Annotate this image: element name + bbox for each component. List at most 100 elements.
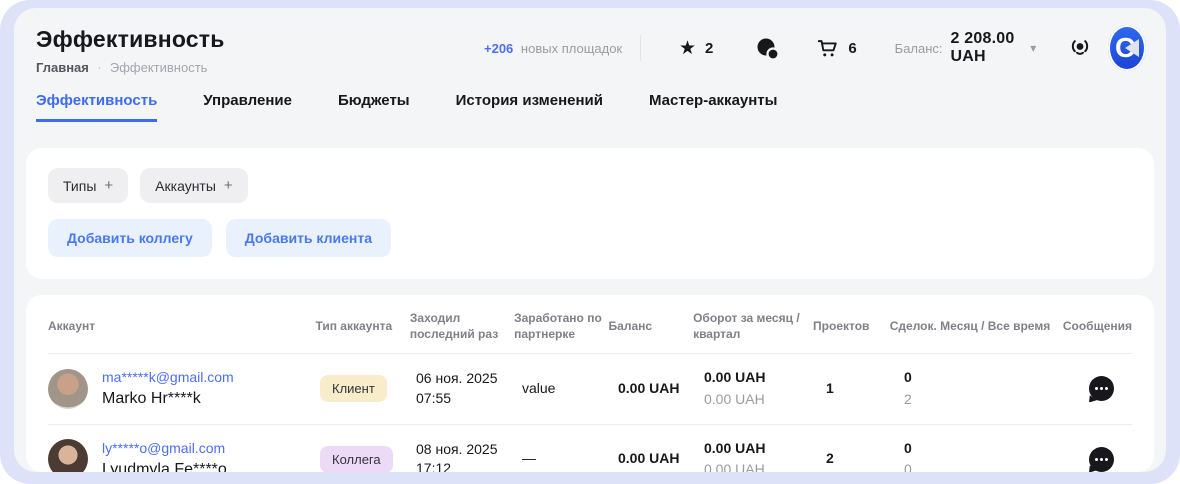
account-email-link[interactable]: ly*****o@gmail.com — [102, 440, 227, 456]
account-name: Lyudmyla Fe****o — [102, 461, 227, 472]
partner-earned-cell: — — [522, 449, 618, 469]
account-identity: ly*****o@gmail.com Lyudmyla Fe****o — [102, 440, 227, 472]
column-header-deals: Сделок. Месяц / Все время — [890, 318, 1063, 334]
assistant-button[interactable] — [1068, 36, 1092, 60]
logo-arrow-icon — [1125, 39, 1139, 57]
last-visit-time: 17:12 — [416, 459, 522, 472]
breadcrumb-current: Эффективность — [110, 60, 208, 75]
topbar-divider — [640, 35, 641, 61]
table-row: ma*****k@gmail.com Marko Hr****k Клиент … — [48, 354, 1132, 424]
cart-count: 6 — [848, 40, 856, 57]
deals-month: 0 — [904, 439, 1080, 459]
tab-budgets[interactable]: Бюджеты — [338, 92, 410, 122]
balance-value: 0.00 UAH — [618, 449, 704, 469]
table-header-row: Аккаунт Тип аккаунта Заходил последний р… — [48, 295, 1132, 354]
assistant-icon — [1068, 36, 1092, 60]
tab-history[interactable]: История изменений — [456, 92, 603, 122]
last-visit-cell: 06 ноя. 2025 07:55 — [416, 369, 522, 408]
column-header-balance: Баланс — [609, 318, 694, 334]
chats-icon — [755, 36, 780, 61]
types-filter-label: Типы — [63, 178, 96, 194]
balance-label: Баланс: — [895, 41, 943, 56]
title-block: Эффективность Главная · Эффективность — [36, 26, 484, 76]
balance-cell: 0.00 UAH — [618, 379, 704, 399]
accounts-table: Аккаунт Тип аккаунта Заходил последний р… — [26, 295, 1154, 472]
deals-all-time: 2 — [904, 390, 1080, 410]
column-header-account: Аккаунт — [48, 318, 315, 334]
projects-cell: 1 — [826, 379, 904, 399]
tab-management[interactable]: Управление — [203, 92, 292, 122]
add-colleague-button[interactable]: Добавить коллегу — [48, 219, 212, 257]
projects-count: 1 — [826, 379, 904, 399]
column-header-last-visit: Заходил последний раз — [410, 310, 514, 342]
projects-count: 2 — [826, 449, 904, 469]
deals-cell: 0 0 — [904, 439, 1080, 472]
chevron-down-icon: ▾ — [1030, 41, 1036, 55]
types-filter-chip[interactable]: Типы + — [48, 168, 128, 203]
top-bar-right: +206 новых площадок ★ 2 — [484, 26, 1146, 70]
action-button-row: Добавить коллегу Добавить клиента — [48, 219, 1132, 257]
last-visit-cell: 08 ноя. 2025 17:12 — [416, 440, 522, 472]
partner-earned-value: value — [522, 379, 618, 399]
tab-efficiency[interactable]: Эффективность — [36, 92, 157, 122]
table-row: ly*****o@gmail.com Lyudmyla Fe****o Колл… — [48, 425, 1132, 472]
turnover-month: 0.00 UAH — [704, 368, 826, 388]
message-dots-icon — [1100, 387, 1103, 390]
top-bar: Эффективность Главная · Эффективность +2… — [14, 8, 1166, 76]
turnover-cell: 0.00 UAH 0.00 UAH — [704, 368, 826, 409]
logo[interactable]: C — [1108, 25, 1146, 71]
window-frame: Эффективность Главная · Эффективность +2… — [0, 0, 1180, 484]
star-icon: ★ — [679, 39, 696, 58]
account-name: Marko Hr****k — [102, 390, 234, 408]
column-header-turnover: Оборот за месяц / квартал — [693, 310, 813, 342]
breadcrumb-home[interactable]: Главная — [36, 60, 89, 75]
column-header-projects: Проектов — [813, 318, 890, 334]
turnover-month: 0.00 UAH — [704, 439, 826, 459]
messages-cell — [1080, 376, 1132, 401]
column-header-partner-earned: Заработано по партнерке — [514, 310, 608, 342]
turnover-quarter: 0.00 UAH — [704, 390, 826, 410]
projects-cell: 2 — [826, 449, 904, 469]
partner-earned-value: — — [522, 449, 618, 469]
new-platforms-label: новых площадок — [521, 41, 622, 56]
balance-value: 2 208.00 UAH — [951, 30, 1024, 66]
column-header-messages: Сообщения — [1063, 318, 1132, 334]
new-platforms-count: +206 — [484, 41, 513, 56]
column-header-type: Тип аккаунта — [315, 318, 409, 334]
app-panel: Эффективность Главная · Эффективность +2… — [14, 8, 1166, 472]
tab-bar: Эффективность Управление Бюджеты История… — [14, 92, 1166, 122]
balance-value: 0.00 UAH — [618, 379, 704, 399]
account-cell: ly*****o@gmail.com Lyudmyla Fe****o — [48, 439, 320, 472]
plus-icon: + — [224, 177, 233, 194]
cart-icon — [816, 37, 839, 59]
type-cell: Клиент — [320, 375, 416, 402]
new-platforms-link[interactable]: +206 новых площадок — [484, 41, 622, 56]
accounts-filter-label: Аккаунты — [155, 178, 216, 194]
balance-dropdown[interactable]: Баланс: 2 208.00 UAH ▾ — [895, 30, 1037, 66]
account-type-badge: Клиент — [320, 375, 387, 402]
add-client-button[interactable]: Добавить клиента — [226, 219, 391, 257]
last-visit-time: 07:55 — [416, 389, 522, 409]
message-icon[interactable] — [1089, 376, 1114, 401]
avatar — [48, 369, 88, 409]
breadcrumb: Главная · Эффективность — [36, 59, 484, 76]
deals-cell: 0 2 — [904, 368, 1080, 409]
page-title: Эффективность — [36, 26, 484, 53]
partner-earned-cell: value — [522, 379, 618, 399]
favorites-stat[interactable]: ★ 2 — [679, 39, 713, 58]
tab-master-accounts[interactable]: Мастер-аккаунты — [649, 92, 777, 122]
filter-chip-row: Типы + Аккаунты + — [48, 168, 1132, 203]
deals-month: 0 — [904, 368, 1080, 388]
breadcrumb-separator: · — [97, 59, 102, 76]
accounts-filter-chip[interactable]: Аккаунты + — [140, 168, 248, 203]
account-cell: ma*****k@gmail.com Marko Hr****k — [48, 369, 320, 409]
account-email-link[interactable]: ma*****k@gmail.com — [102, 369, 234, 385]
type-cell: Коллега — [320, 446, 416, 472]
turnover-quarter: 0.00 UAH — [704, 460, 826, 472]
cart-stat[interactable]: 6 — [816, 37, 856, 59]
chats-button[interactable] — [755, 36, 780, 61]
turnover-cell: 0.00 UAH 0.00 UAH — [704, 439, 826, 472]
message-icon[interactable] — [1089, 447, 1114, 472]
plus-icon: + — [104, 177, 113, 194]
last-visit-date: 08 ноя. 2025 — [416, 440, 522, 460]
